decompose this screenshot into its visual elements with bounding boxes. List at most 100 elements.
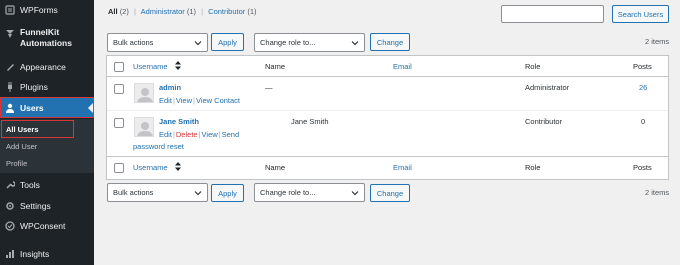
- username-link[interactable]: Jane Smith: [159, 117, 199, 126]
- edit-link[interactable]: Edit: [159, 130, 172, 139]
- action-separator: |: [193, 96, 195, 105]
- appearance-icon: [5, 62, 15, 72]
- sidebar-item-label: Settings: [20, 201, 51, 211]
- funnelkit-label-line2: Automations: [20, 38, 72, 48]
- chevron-down-icon: [351, 191, 359, 196]
- filter-contributor-count: (1): [247, 7, 257, 16]
- search-users-input[interactable]: [501, 5, 604, 23]
- column-username[interactable]: Username: [133, 62, 168, 71]
- change-role-select-top[interactable]: Change role to...: [254, 33, 365, 52]
- filter-all-count: (2): [119, 7, 129, 16]
- delete-link[interactable]: Delete: [176, 130, 198, 139]
- footer-divider: [107, 156, 668, 157]
- avatar: [134, 117, 154, 137]
- name-cell: —: [265, 83, 273, 92]
- bulk-actions-select-top[interactable]: Bulk actions: [107, 33, 208, 52]
- tools-icon: [5, 180, 16, 190]
- posts-count: 0: [641, 117, 646, 126]
- role-cell: Contributor: [525, 117, 563, 126]
- filter-administrator-count: (1): [186, 7, 197, 16]
- name-cell: Jane Smith: [291, 117, 329, 126]
- filter-administrator[interactable]: Administrator: [141, 7, 185, 16]
- all-users-highlight-box: [1, 120, 74, 138]
- change-role-select-bottom[interactable]: Change role to...: [254, 183, 365, 202]
- change-role-value: Change role to...: [260, 38, 316, 47]
- column-username-footer[interactable]: Username: [133, 163, 168, 172]
- users-table: Username Name Email Role Posts admin Edi…: [106, 55, 669, 180]
- bulk-actions-select-bottom[interactable]: Bulk actions: [107, 183, 208, 202]
- action-separator: |: [218, 130, 221, 139]
- filter-contributor[interactable]: Contributor: [208, 7, 245, 16]
- row-divider: [107, 110, 668, 111]
- filter-all[interactable]: All: [108, 7, 118, 16]
- row-checkbox[interactable]: [114, 118, 124, 128]
- sidebar-item-label: WPConsent: [20, 221, 66, 231]
- sidebar-item-settings[interactable]: Settings: [0, 199, 94, 213]
- chevron-down-icon: [351, 41, 359, 46]
- row-actions: Edit|View|View Contact: [159, 96, 240, 105]
- view-link[interactable]: View: [202, 130, 218, 139]
- edit-link[interactable]: Edit: [159, 96, 172, 105]
- sidebar-item-label: Insights: [20, 249, 50, 259]
- column-name-footer: Name: [265, 163, 286, 172]
- sidebar-item-wpconsent[interactable]: WPConsent: [0, 219, 94, 233]
- insights-icon: [5, 249, 15, 259]
- change-role-value: Change role to...: [260, 188, 316, 197]
- sidebar-item-label: Plugins: [20, 82, 48, 92]
- column-role-footer: Role: [525, 163, 541, 172]
- search-users-button[interactable]: Search Users: [612, 5, 669, 23]
- admin-sidebar: WPForms FunnelKit Automations Appearance…: [0, 0, 94, 265]
- role-filter-links: All (2) | Administrator (1) | Contributo…: [108, 7, 257, 16]
- view-link[interactable]: View: [176, 96, 192, 105]
- header-divider: [107, 76, 668, 77]
- column-email[interactable]: Email: [393, 62, 412, 71]
- chevron-down-icon: [194, 191, 202, 196]
- avatar: [134, 83, 154, 103]
- settings-icon: [5, 201, 15, 211]
- username-link[interactable]: admin: [159, 83, 181, 92]
- row-checkbox[interactable]: [114, 84, 124, 94]
- wpconsent-icon: [5, 221, 15, 231]
- sort-icon[interactable]: [175, 162, 181, 171]
- column-posts-footer: Posts: [633, 163, 652, 172]
- apply-button-bottom[interactable]: Apply: [211, 184, 244, 202]
- items-count-top: 2 items: [645, 37, 670, 46]
- posts-count-link[interactable]: 26: [639, 83, 647, 92]
- sidebar-item-label: WPForms: [20, 5, 58, 15]
- change-button-bottom[interactable]: Change: [370, 184, 410, 202]
- column-posts: Posts: [633, 62, 652, 71]
- filter-separator: |: [201, 7, 204, 16]
- view-contact-link[interactable]: View Contact: [196, 96, 240, 105]
- chevron-down-icon: [194, 41, 202, 46]
- send-password-reset-link[interactable]: Send: [222, 130, 240, 139]
- sidebar-item-insights[interactable]: Insights: [0, 247, 94, 261]
- column-role: Role: [525, 62, 541, 71]
- action-separator: |: [172, 96, 175, 105]
- row-actions: Edit|Delete|View|Send: [159, 130, 239, 139]
- apply-button-top[interactable]: Apply: [211, 33, 244, 51]
- sidebar-item-label: FunnelKit Automations: [20, 27, 72, 49]
- sort-icon[interactable]: [175, 61, 181, 70]
- sidebar-item-label: Tools: [20, 180, 40, 190]
- sidebar-item-wpforms[interactable]: WPForms: [0, 3, 94, 17]
- bulk-actions-value: Bulk actions: [113, 38, 154, 47]
- send-password-reset-link-line2[interactable]: password reset: [133, 142, 184, 151]
- funnelkit-label-line1: FunnelKit: [20, 27, 60, 37]
- funnelkit-icon: [5, 29, 15, 39]
- submenu-add-user[interactable]: Add User: [6, 142, 37, 151]
- sidebar-item-funnelkit[interactable]: FunnelKit Automations: [0, 27, 94, 51]
- submenu-profile[interactable]: Profile: [6, 159, 27, 168]
- change-button-top[interactable]: Change: [370, 33, 410, 51]
- bulk-actions-value: Bulk actions: [113, 188, 154, 197]
- action-separator: |: [198, 130, 201, 139]
- column-email-footer[interactable]: Email: [393, 163, 412, 172]
- role-cell: Administrator: [525, 83, 570, 92]
- sidebar-item-appearance[interactable]: Appearance: [0, 60, 94, 74]
- items-count-bottom: 2 items: [645, 188, 670, 197]
- column-name: Name: [265, 62, 286, 71]
- sidebar-item-plugins[interactable]: Plugins: [0, 80, 94, 94]
- select-all-checkbox[interactable]: [114, 62, 124, 72]
- select-all-checkbox-footer[interactable]: [114, 163, 124, 173]
- filter-separator: |: [133, 7, 136, 16]
- sidebar-item-tools[interactable]: Tools: [0, 178, 94, 192]
